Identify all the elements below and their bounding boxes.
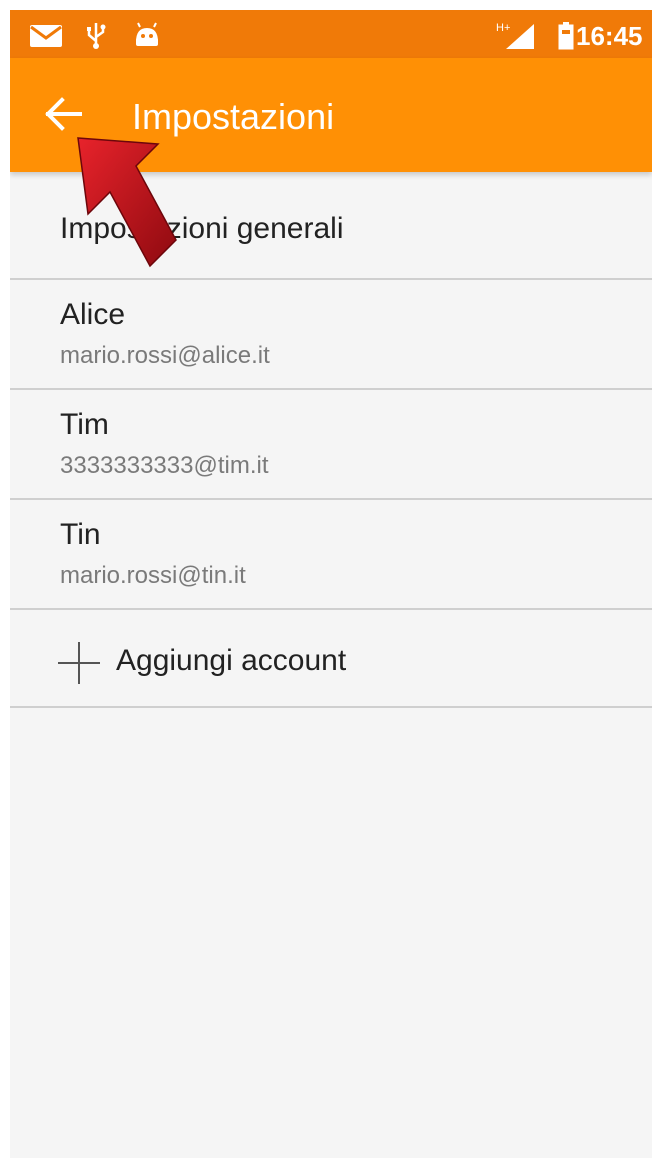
account-item-tim[interactable]: Tim 3333333333@tim.it (10, 390, 652, 500)
plus-icon (58, 642, 100, 684)
account-name: Tin (60, 518, 101, 551)
account-item-tin[interactable]: Tin mario.rossi@tin.it (10, 500, 652, 610)
add-account-item[interactable]: Aggiungi account (10, 610, 652, 708)
usb-icon (87, 23, 106, 49)
annotation-arrow-icon (77, 137, 177, 268)
phone-screen: H+ 16:45 Impostazioni Impostazioni gener… (10, 10, 652, 1158)
account-email: mario.rossi@tin.it (60, 562, 246, 589)
android-icon (136, 22, 158, 46)
status-bar: H+ 16:45 (10, 10, 652, 58)
account-email: 3333333333@tim.it (60, 452, 269, 479)
add-account-label: Aggiungi account (116, 644, 347, 677)
back-button[interactable] (42, 94, 90, 134)
account-name: Alice (60, 298, 126, 331)
signal-icon: H+ (496, 22, 534, 49)
mail-icon (30, 25, 62, 47)
account-name: Tim (60, 408, 109, 441)
arrow-back-icon[interactable] (42, 94, 86, 134)
account-email: mario.rossi@alice.it (60, 342, 270, 369)
network-type-label: H+ (496, 22, 510, 34)
battery-icon (558, 22, 574, 50)
status-time: 16:45 (576, 21, 643, 51)
account-item-alice[interactable]: Alice mario.rossi@alice.it (10, 280, 652, 390)
